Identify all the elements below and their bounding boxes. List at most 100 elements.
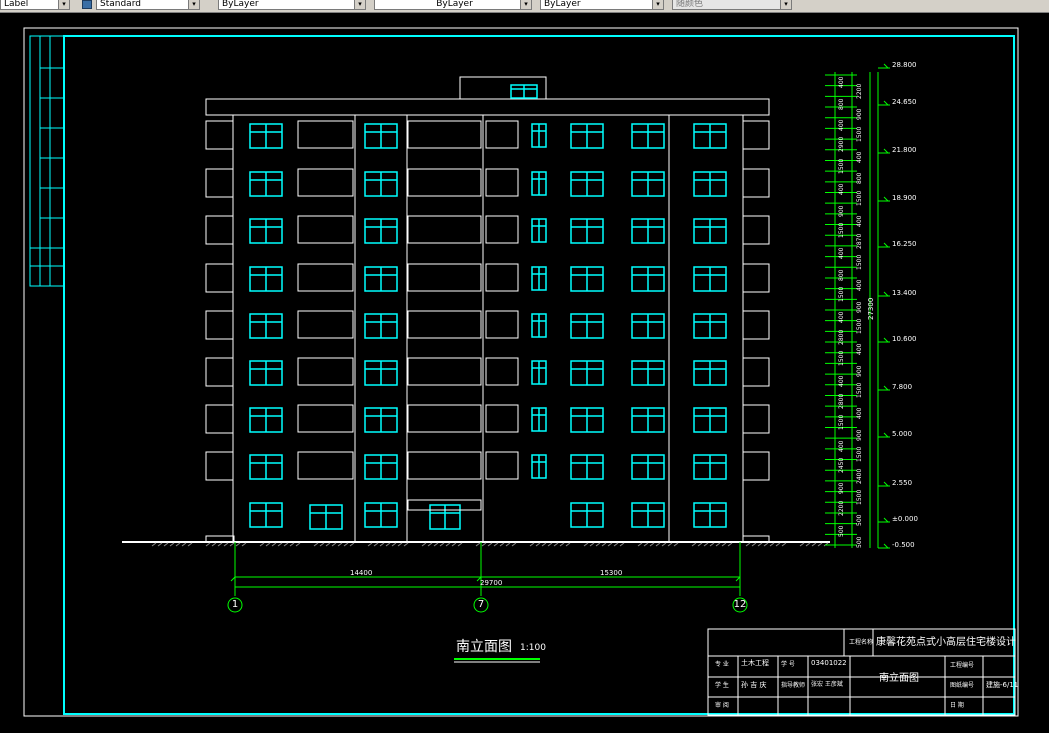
ground-hatch (283, 542, 289, 547)
major-value: 土木工程 (741, 659, 769, 667)
elevation-mark (883, 63, 889, 69)
elevation-mark (883, 291, 889, 297)
ground-hatch (661, 542, 667, 547)
elevation-label: 7.800 (892, 383, 913, 391)
ground-hatch (781, 542, 787, 547)
ground-hatch (277, 542, 283, 547)
ground-hatch (487, 542, 493, 547)
ground-hatch (703, 542, 709, 547)
ground-hatch (271, 542, 277, 547)
advisor-label: 指导教师 (781, 682, 806, 689)
chevron-down-icon[interactable]: ▾ (780, 0, 791, 9)
ground-hatch (181, 542, 187, 547)
elevation-mark (883, 432, 889, 438)
ground-hatch (313, 542, 319, 547)
elevation-label: 21.800 (892, 146, 917, 154)
elevation-drawing (23, 27, 1019, 717)
ground-hatch (499, 542, 505, 547)
vertical-dimension-text: 1500 (856, 489, 863, 505)
chevron-down-icon[interactable]: ▾ (652, 0, 663, 9)
balcony-railing (407, 120, 482, 149)
vertical-dimension-text: 2870 (856, 233, 863, 249)
balcony-right (742, 215, 770, 245)
ground-hatch (709, 542, 715, 547)
ground-hatch (601, 542, 607, 547)
ground-hatch (217, 542, 223, 547)
linetype-combo[interactable]: ByLayer ▾ (374, 0, 532, 10)
ground-hatch (169, 542, 175, 547)
ground-hatch (373, 542, 379, 547)
student-label: 学 生 (715, 682, 729, 689)
ground-hatch (325, 542, 331, 547)
outer-frame (23, 27, 1019, 717)
ground-hatch (589, 542, 595, 547)
elevation-label: 2.550 (892, 479, 913, 487)
balcony-railing (485, 310, 519, 339)
ground-hatch (811, 542, 817, 547)
vertical-dimension-text: 2400 (856, 468, 863, 484)
vertical-dimension-text: 400 (838, 183, 845, 196)
project-number-label: 工程编号 (950, 662, 975, 669)
balcony-railing (407, 263, 482, 292)
vertical-dimension-text: 1500 (838, 286, 845, 302)
lineweight-combo[interactable]: ByLayer ▾ (540, 0, 664, 10)
vertical-dimension-text: 1500 (838, 158, 845, 174)
dimension-style-icon[interactable] (82, 0, 92, 9)
ground-hatch (547, 542, 553, 547)
vertical-dimension-text: 1500 (856, 190, 863, 206)
vertical-dimension-text: 2200 (856, 83, 863, 100)
elevation-mark (883, 100, 889, 106)
balcony-railing (297, 451, 354, 480)
text-style-combo[interactable]: Label ▾ (0, 0, 70, 10)
vertical-dimension-text: 2800 (838, 329, 845, 345)
balcony-left (205, 404, 234, 434)
ground-hatch (289, 542, 295, 547)
balcony-railing (297, 120, 354, 149)
ground-hatch (655, 542, 661, 547)
layer-value: ByLayer (222, 0, 259, 9)
vertical-dimension-text: 900 (856, 365, 863, 377)
ground-hatch (619, 542, 625, 547)
project-label: 工程名称 (849, 639, 874, 646)
elevation-label: 16.250 (892, 240, 917, 248)
ground-hatch (451, 542, 457, 547)
plotstyle-combo[interactable]: 随颜色 ▾ (672, 0, 792, 10)
chevron-down-icon[interactable]: ▾ (58, 0, 69, 9)
chevron-down-icon[interactable]: ▾ (520, 0, 531, 9)
total-height-text: 27300 (867, 297, 875, 320)
ground-hatch (205, 542, 211, 547)
plotstyle-value: 随颜色 (676, 0, 704, 9)
vertical-dimension-text: 500 (838, 525, 845, 537)
elevation-label: 28.800 (892, 61, 917, 69)
ground-hatch (457, 542, 463, 547)
ground-hatch (265, 542, 271, 547)
balcony-left (205, 120, 234, 150)
balcony-right (742, 263, 770, 293)
balcony-right (742, 357, 770, 387)
ground-hatch (763, 542, 769, 547)
chevron-down-icon[interactable]: ▾ (354, 0, 365, 9)
balcony-right (742, 168, 770, 198)
ground-hatch (751, 542, 757, 547)
chevron-down-icon[interactable]: ▾ (188, 0, 199, 9)
drawing-scale: 1:100 (520, 643, 546, 653)
drawing-canvas[interactable]: 14400 15300 29700 1 7 12 400 2200 800 900 400 1500 2… (0, 12, 1049, 733)
elevation-mark (883, 543, 889, 549)
central-bay (482, 114, 670, 543)
layer-combo[interactable]: ByLayer ▾ (218, 0, 366, 10)
lineweight-value: ByLayer (544, 0, 581, 9)
dimension-style-combo[interactable]: Standard ▾ (96, 0, 200, 10)
vertical-dimension-text: 1500 (838, 222, 845, 238)
balcony-railing (297, 310, 354, 339)
balcony-left (205, 357, 234, 387)
balcony-left (205, 168, 234, 198)
balcony-railing (485, 357, 519, 386)
vertical-dimension-text: 800 (856, 173, 863, 185)
vertical-dimension-text: 2900 (838, 137, 845, 153)
vertical-dimension-text: 1500 (856, 126, 863, 142)
balcony-railing (297, 263, 354, 292)
balcony-left (205, 310, 234, 340)
building-facade (232, 114, 744, 543)
elevation-label: 18.900 (892, 194, 917, 202)
ground-hatch (805, 542, 811, 547)
